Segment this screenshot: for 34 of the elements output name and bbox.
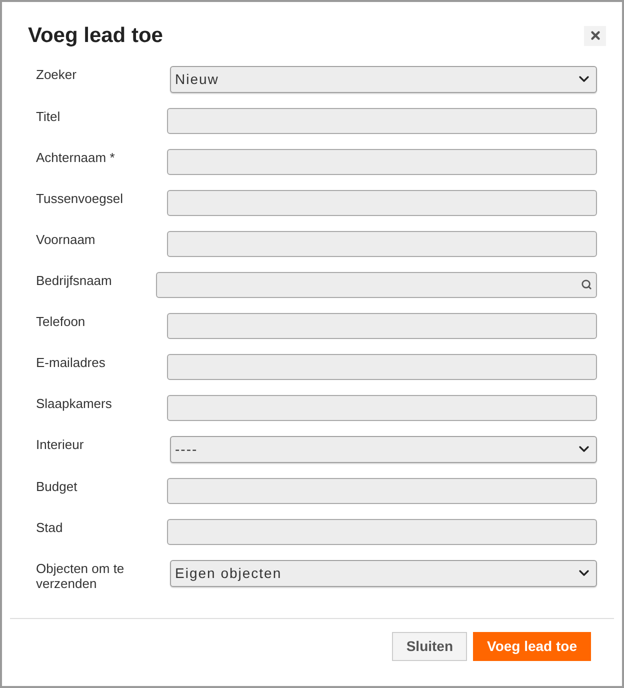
- input-field[interactable]: [167, 394, 597, 420]
- input-field[interactable]: [167, 354, 597, 380]
- select-value: ----: [175, 440, 198, 458]
- field-label: Zoeker: [36, 66, 78, 82]
- search-icon: [581, 279, 592, 290]
- search-field[interactable]: [156, 272, 597, 298]
- input-field[interactable]: [167, 190, 597, 216]
- select-field[interactable]: Nieuw: [170, 66, 597, 92]
- field-label: E-mailadres: [36, 354, 106, 370]
- dialog-title: Voeg lead toe: [28, 23, 163, 49]
- field-label: Budget: [36, 478, 78, 494]
- field-label: Interieur: [36, 436, 85, 452]
- field-label: Objecten om te verzenden: [36, 560, 126, 590]
- field-label: Bedrijfsnaam: [36, 272, 113, 288]
- select-field[interactable]: Eigen objecten: [170, 560, 597, 586]
- input-field[interactable]: [167, 478, 597, 504]
- field-label: Voornaam: [36, 230, 96, 246]
- field-label: Achternaam *: [36, 148, 116, 164]
- select-value: Eigen objecten: [175, 564, 282, 583]
- field-label: Stad: [36, 518, 64, 534]
- close-button[interactable]: [584, 26, 606, 46]
- select-value: Nieuw: [175, 70, 219, 88]
- field-label: Titel: [36, 108, 62, 124]
- input-field[interactable]: [167, 312, 597, 338]
- field-label: Telefoon: [36, 312, 86, 328]
- input-field[interactable]: [167, 230, 597, 256]
- input-field[interactable]: [167, 108, 597, 134]
- field-label: Slaapkamers: [36, 394, 113, 410]
- close-dialog-button[interactable]: Sluiten: [392, 632, 468, 660]
- input-field[interactable]: [167, 518, 597, 544]
- select-field[interactable]: ----: [170, 436, 597, 462]
- field-label: Tussenvoegsel: [36, 190, 124, 206]
- close-icon: [588, 29, 602, 42]
- input-field[interactable]: [167, 148, 597, 174]
